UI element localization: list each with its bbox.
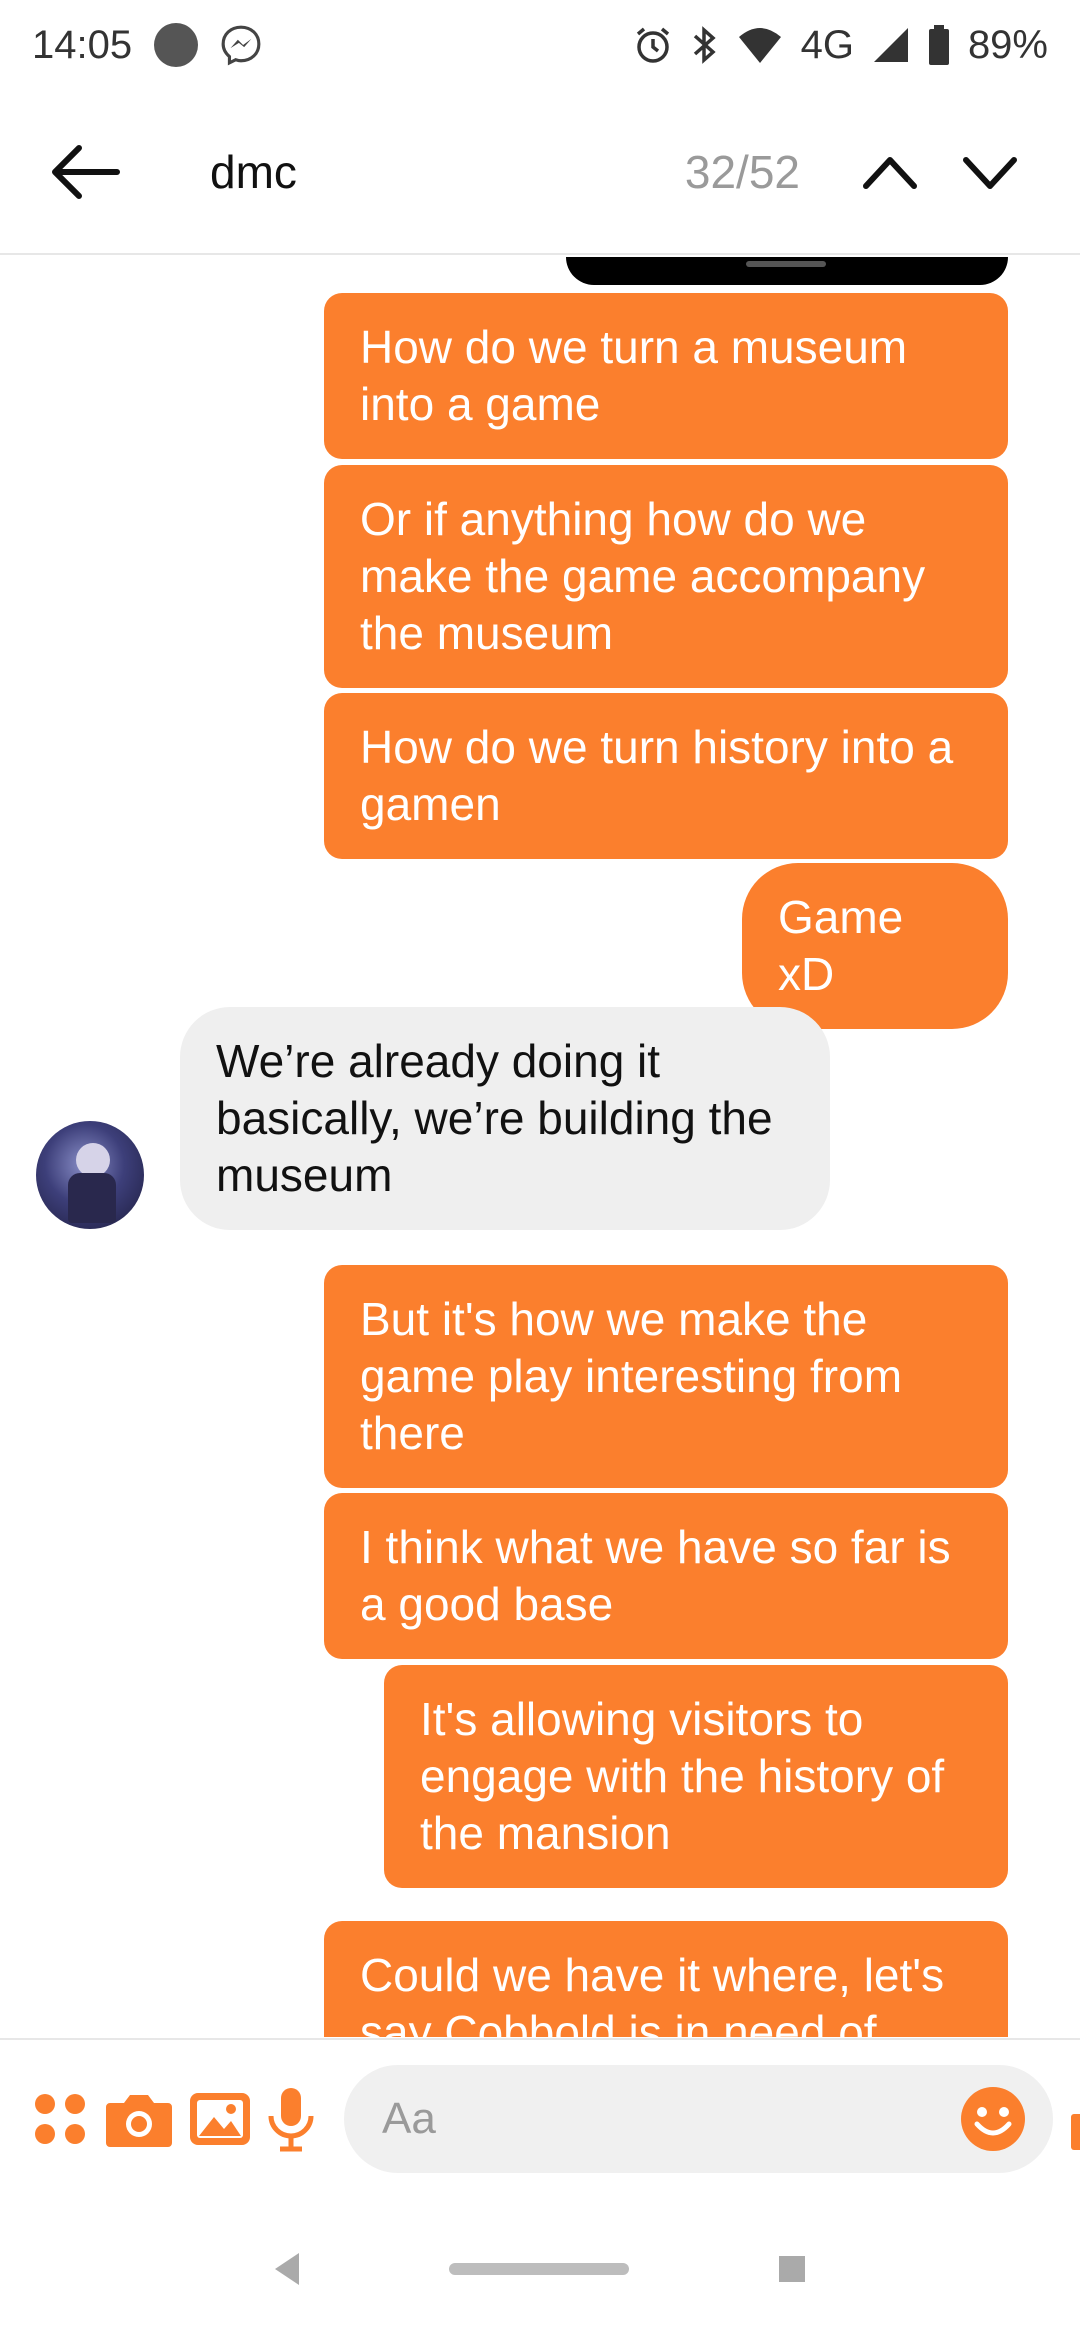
system-navigation-bar (0, 2198, 1080, 2340)
outgoing-message[interactable]: How do we turn history into a gamen (324, 693, 1008, 859)
next-result-button[interactable] (940, 127, 1040, 217)
battery-icon (928, 25, 949, 65)
gallery-button[interactable] (188, 2069, 252, 2169)
previous-result-button[interactable] (840, 127, 940, 217)
chevron-down-icon (963, 156, 1017, 189)
notification-dot-icon (154, 23, 199, 67)
apps-icon (35, 2094, 85, 2144)
contact-avatar[interactable] (36, 1121, 144, 1229)
voice-button[interactable] (266, 2069, 316, 2169)
image-icon (190, 2093, 250, 2145)
chevron-up-icon (863, 156, 917, 189)
wifi-icon (738, 28, 781, 63)
back-button[interactable] (40, 127, 130, 217)
outgoing-message[interactable]: Could we have it where, let's say Cobbol… (324, 1921, 1008, 2037)
outgoing-message[interactable]: I think what we have so far is a good ba… (324, 1493, 1008, 1659)
battery-percent: 89% (967, 22, 1048, 67)
microphone-icon (268, 2088, 314, 2152)
system-recents-icon[interactable] (779, 2256, 805, 2282)
outgoing-message[interactable]: Or if anything how do we make the game a… (324, 465, 1008, 688)
status-right: 4G 89% (633, 23, 1048, 68)
outgoing-message[interactable]: But it's how we make the game play inter… (324, 1265, 1008, 1488)
system-home-icon[interactable] (449, 2263, 629, 2275)
outgoing-message[interactable]: Game xD (742, 863, 1008, 1029)
arrow-left-icon (52, 144, 120, 199)
outgoing-message[interactable]: It's allowing visitors to engage with th… (384, 1665, 1008, 1888)
network-type: 4G (800, 22, 854, 67)
messenger-icon (221, 25, 261, 66)
system-back-icon[interactable] (275, 2253, 299, 2285)
bluetooth-icon (693, 26, 716, 64)
media-preview[interactable] (566, 257, 1008, 285)
signal-icon (873, 28, 908, 62)
thumbs-up-icon (1071, 2114, 1080, 2150)
outgoing-message[interactable]: How do we turn a museum into a game (324, 293, 1008, 459)
emoji-icon (961, 2087, 1025, 2151)
apps-button[interactable] (30, 2069, 90, 2169)
camera-icon (106, 2095, 172, 2147)
status-time: 14:05 (32, 22, 133, 67)
result-counter: 32/52 (684, 145, 800, 198)
status-left: 14:05 (32, 23, 262, 68)
camera-button[interactable] (104, 2069, 174, 2169)
status-bar: 14:05 4G 89% (0, 0, 1080, 90)
message-input-wrapper[interactable] (344, 2065, 1053, 2173)
search-header: dmc 32/52 (0, 90, 1080, 255)
message-list[interactable]: How do we turn a museum into a game Or i… (0, 257, 1080, 2037)
emoji-button[interactable] (957, 2083, 1029, 2155)
composer-bar (0, 2038, 1080, 2198)
incoming-message[interactable]: We’re already doing it basically, we’re … (180, 1007, 830, 1230)
message-input[interactable] (382, 2094, 957, 2144)
like-button[interactable] (1067, 2069, 1080, 2169)
search-term: dmc (210, 145, 297, 198)
alarm-icon (636, 27, 669, 63)
